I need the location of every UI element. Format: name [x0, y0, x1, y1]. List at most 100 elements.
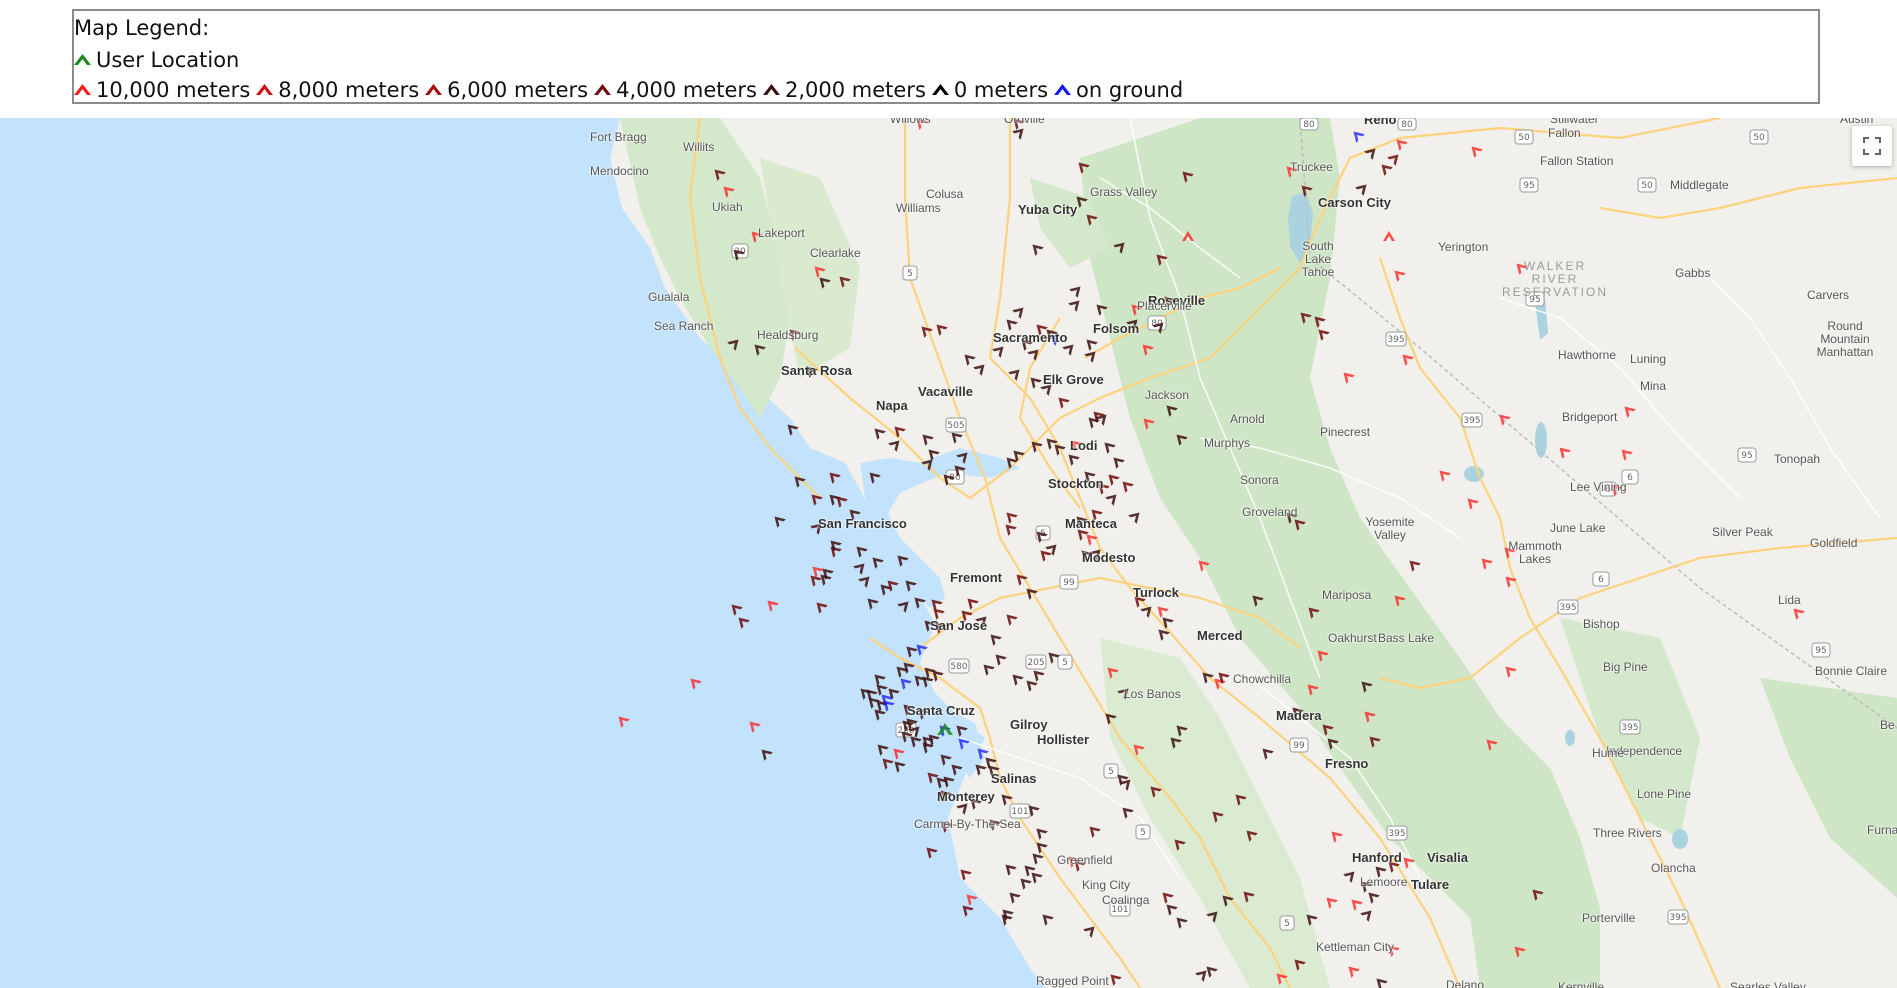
city-label: Porterville	[1582, 911, 1636, 925]
city-label: Carmel-By-The-Sea	[914, 817, 1021, 831]
city-label: Middlegate	[1670, 178, 1729, 192]
aircraft-chevron-icon	[594, 84, 612, 95]
city-label: Oakhurst	[1328, 631, 1377, 645]
city-label: Groveland	[1242, 505, 1298, 519]
svg-text:80: 80	[1401, 120, 1413, 130]
legend-item-label: on ground	[1076, 78, 1184, 102]
city-label: Ukiah	[712, 200, 743, 214]
region-label-walker-river: WALKER RIVER RESERVATION	[1501, 259, 1609, 299]
city-label: Gualala	[648, 290, 690, 304]
city-label: Clearlake	[810, 246, 861, 260]
legend-item: 6,000 meters	[425, 78, 588, 102]
user-location-icon	[74, 54, 91, 65]
svg-text:395: 395	[1463, 416, 1480, 426]
city-label: Grass Valley	[1090, 185, 1158, 199]
svg-text:5: 5	[1284, 919, 1290, 929]
legend-item: 4,000 meters	[594, 78, 757, 102]
legend-title: Map Legend:	[74, 16, 210, 40]
legend-item-label: 2,000 meters	[784, 78, 926, 102]
city-label: Stillwater	[1550, 118, 1599, 126]
city-label: Mariposa	[1322, 588, 1372, 602]
city-label: Searles Valley	[1730, 980, 1806, 988]
city-label: Monterey	[937, 789, 995, 804]
city-label: Fallon Station	[1540, 154, 1614, 168]
city-label: Lee Vining	[1570, 480, 1627, 494]
legend-altitude-row: 10,000 meters 8,000 meters 6,000 meters 4,0…	[74, 78, 1189, 102]
svg-text:95: 95	[1815, 646, 1826, 656]
svg-text:5: 5	[1062, 658, 1068, 668]
city-label: Sea Ranch	[654, 319, 714, 333]
city-label: Lakeport	[758, 226, 805, 240]
fullscreen-icon	[1863, 137, 1881, 155]
legend-item-label: 8,000 meters	[278, 78, 420, 102]
city-label: Mendocino	[590, 164, 649, 178]
svg-text:50: 50	[1518, 133, 1530, 143]
city-label: Madera	[1276, 708, 1322, 723]
svg-text:99: 99	[1063, 578, 1075, 588]
city-label: Kettleman City	[1316, 940, 1395, 954]
city-label: Turlock	[1133, 585, 1179, 600]
svg-text:95: 95	[1523, 181, 1534, 191]
city-label: Gilroy	[1010, 717, 1048, 732]
city-label: Austin	[1840, 118, 1874, 126]
city-label: San Jose	[930, 618, 988, 633]
city-label: Sacramento	[993, 330, 1068, 345]
legend-user-location: User Location	[74, 48, 245, 72]
city-label: Merced	[1197, 628, 1243, 643]
city-label: Oroville	[1004, 118, 1045, 126]
city-label: Visalia	[1427, 850, 1468, 865]
aircraft-chevron-icon	[762, 84, 780, 95]
city-label: Santa Cruz	[907, 703, 975, 718]
fullscreen-button[interactable]	[1852, 126, 1892, 166]
svg-text:80: 80	[1303, 120, 1315, 130]
legend-item: 10,000 meters	[74, 78, 250, 102]
city-label: Bass Lake	[1378, 631, 1435, 645]
city-label: Bishop	[1583, 617, 1620, 631]
map[interactable]: 5 80 505 80 5 99 580 205 5 280 5 101 5 1…	[0, 118, 1897, 988]
city-label: Willows	[890, 118, 931, 126]
city-label: Fallon	[1548, 126, 1581, 140]
city-label: Jackson	[1145, 388, 1190, 402]
aircraft-chevron-icon	[256, 84, 274, 95]
city-label: Greenfield	[1057, 853, 1113, 867]
city-label: Elk Grove	[1043, 372, 1104, 387]
city-label: San Francisco	[818, 516, 907, 531]
svg-text:5: 5	[1140, 828, 1146, 838]
city-label: Fresno	[1325, 756, 1369, 771]
city-label: Yuba City	[1018, 202, 1078, 217]
svg-text:395: 395	[1621, 723, 1638, 733]
svg-text:205: 205	[1027, 658, 1044, 668]
svg-text:395: 395	[1387, 335, 1404, 345]
city-label: Bridgeport	[1562, 410, 1618, 424]
city-label: Luning	[1630, 352, 1667, 366]
city-label: Colusa	[926, 187, 964, 201]
city-label: Goldfield	[1810, 536, 1858, 550]
city-label: Murphys	[1204, 436, 1251, 450]
city-label: Healdsburg	[757, 328, 819, 342]
city-label: Hume	[1592, 746, 1625, 760]
legend-item-label: 0 meters	[953, 78, 1049, 102]
city-label: Hollister	[1037, 732, 1090, 747]
city-label: Truckee	[1290, 160, 1333, 174]
aircraft-chevron-icon	[74, 84, 91, 95]
city-label: Gabbs	[1675, 266, 1711, 280]
city-label: Stockton	[1048, 476, 1104, 491]
city-label: Vacaville	[918, 384, 973, 399]
city-label: Modesto	[1082, 550, 1136, 565]
city-label: Reno	[1364, 118, 1397, 127]
city-label: Delano	[1446, 978, 1485, 988]
svg-text:5: 5	[907, 269, 913, 279]
city-label: Kernville	[1558, 980, 1605, 988]
city-label: Big Pine	[1603, 660, 1648, 674]
aircraft-chevron-icon	[425, 84, 443, 95]
svg-text:5: 5	[1108, 767, 1114, 777]
city-label: Fort Bragg	[590, 130, 647, 144]
aircraft-chevron-icon	[931, 84, 949, 95]
city-label: Olancha	[1651, 861, 1696, 875]
city-label: Yerington	[1438, 240, 1489, 254]
legend-item-label: 6,000 meters	[447, 78, 589, 102]
svg-text:101: 101	[1011, 807, 1028, 817]
aircraft-chevron-icon	[1054, 84, 1072, 95]
map-base[interactable]: 5 80 505 80 5 99 580 205 5 280 5 101 5 1…	[0, 118, 1897, 988]
map-legend: Map Legend: User Location 10,000 meters 8…	[72, 9, 1820, 104]
